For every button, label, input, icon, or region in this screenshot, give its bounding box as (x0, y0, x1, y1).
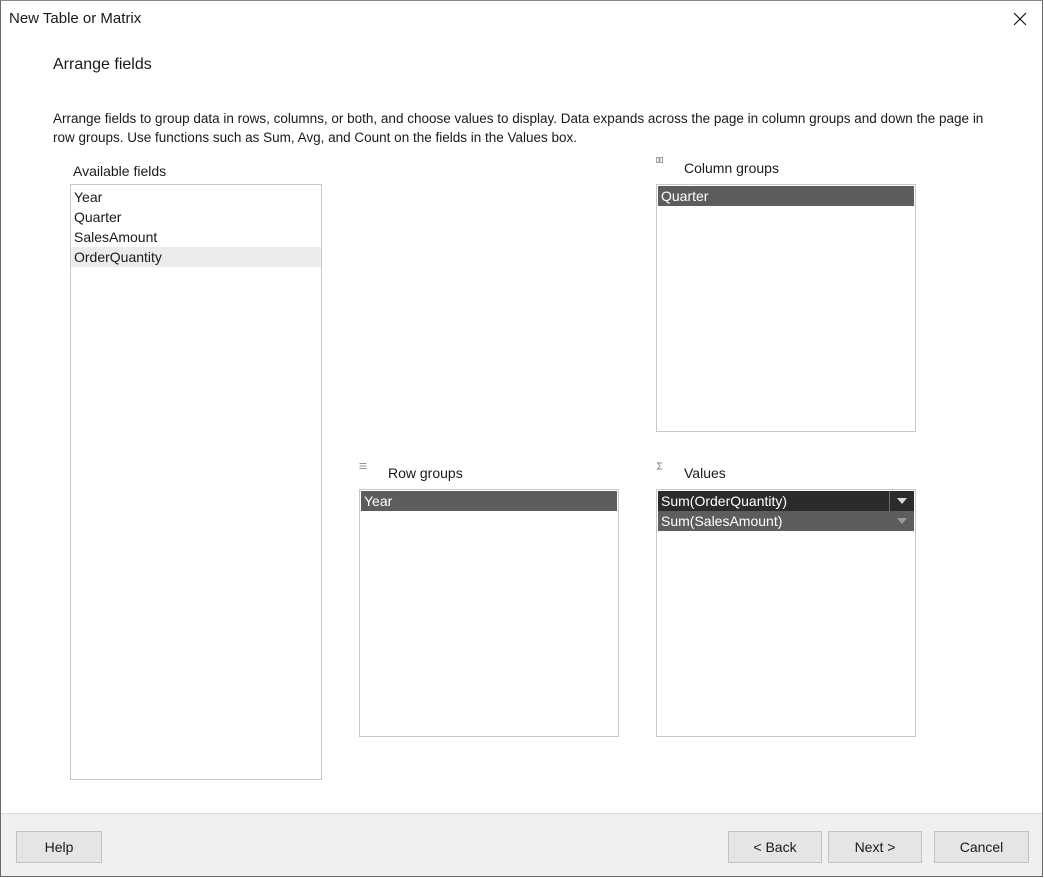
cancel-button[interactable]: Cancel (934, 831, 1029, 863)
column-groups-label: Column groups (684, 160, 779, 176)
value-item[interactable]: Sum(SalesAmount) (658, 511, 914, 531)
dialog-window: New Table or Matrix Arrange fields Arran… (0, 0, 1043, 877)
title-bar: New Table or Matrix (1, 1, 1042, 37)
column-groups-icon (656, 157, 663, 163)
dialog-footer: Help < Back Next > Cancel (1, 813, 1042, 876)
value-item[interactable]: Sum(OrderQuantity) (658, 491, 914, 511)
available-field-item[interactable]: OrderQuantity (71, 247, 321, 267)
values-label: Values (684, 465, 726, 481)
next-button[interactable]: Next > (828, 831, 922, 863)
page-description: Arrange fields to group data in rows, co… (53, 111, 984, 145)
column-groups-zone[interactable]: Quarter (656, 184, 916, 432)
row-groups-icon (359, 463, 367, 469)
dropdown-arrow-icon (897, 498, 907, 504)
available-field-item[interactable]: Year (71, 187, 321, 207)
available-fields-label: Available fields (73, 163, 167, 179)
row-group-item[interactable]: Year (361, 491, 617, 511)
row-groups-label: Row groups (388, 465, 463, 481)
sigma-icon (656, 462, 662, 470)
available-field-item[interactable]: Quarter (71, 207, 321, 227)
help-button[interactable]: Help (16, 831, 102, 863)
window-title: New Table or Matrix (9, 10, 142, 27)
page-heading: Arrange fields (53, 56, 152, 73)
close-button[interactable] (1004, 3, 1036, 35)
column-group-item[interactable]: Quarter (658, 186, 914, 206)
value-dropdown-button[interactable] (889, 491, 914, 511)
back-button[interactable]: < Back (728, 831, 822, 863)
available-fields-list[interactable]: Year Quarter SalesAmount OrderQuantity (70, 184, 322, 780)
close-icon (1013, 12, 1027, 26)
value-item-label: Sum(OrderQuantity) (661, 493, 788, 509)
values-zone[interactable]: Sum(OrderQuantity) Sum(SalesAmount) (656, 489, 916, 737)
available-field-item[interactable]: SalesAmount (71, 227, 321, 247)
value-item-label: Sum(SalesAmount) (661, 513, 783, 529)
row-groups-zone[interactable]: Year (359, 489, 619, 737)
dropdown-arrow-icon (897, 518, 907, 524)
value-dropdown-button[interactable] (890, 511, 914, 531)
